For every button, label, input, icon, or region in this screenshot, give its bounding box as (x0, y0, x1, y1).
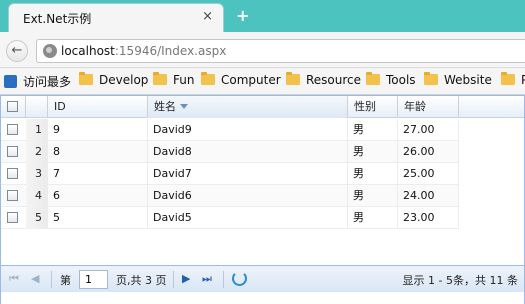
cell-id: 5 (48, 207, 148, 229)
row-number: 4 (26, 185, 48, 207)
url-host: localhost (61, 44, 115, 58)
table-row[interactable]: 4 6 David6 男 24.00 (1, 185, 459, 207)
next-page-icon[interactable]: ▶ (182, 272, 190, 285)
page-number-input[interactable] (79, 270, 108, 289)
cell-id: 9 (48, 119, 148, 141)
toolbar-separator (223, 271, 224, 288)
table-row[interactable]: 3 7 David7 男 25.00 (1, 163, 459, 185)
row-checkbox[interactable] (7, 212, 18, 223)
folder-icon (201, 72, 215, 85)
column-header-name-label: 姓名 (154, 100, 176, 113)
column-header-id[interactable]: ID (48, 96, 148, 118)
select-all-checkbox[interactable] (7, 101, 18, 112)
column-header-age[interactable]: 年龄 (398, 96, 459, 118)
row-number-header (26, 96, 48, 118)
grid-panel: ID 姓名 性别 年龄 1 9 David9 男 27.00 2 8 David… (0, 95, 525, 304)
apps-icon (4, 75, 17, 88)
bookmark-label: P (521, 73, 525, 87)
row-checkbox[interactable] (7, 190, 18, 201)
address-bar[interactable]: localhost:15946/Index.aspx (36, 39, 525, 63)
toolbar-separator (173, 271, 174, 288)
toolbar-separator (51, 271, 52, 288)
bookmark-label: 访问最多 (23, 75, 72, 89)
refresh-icon[interactable] (232, 271, 247, 286)
bookmark-tools[interactable]: Tools (366, 72, 416, 87)
page-label: 第 (60, 274, 71, 287)
prev-page-icon[interactable]: ◀ (31, 272, 39, 285)
bookmark-label: Website (444, 73, 492, 87)
grid-header: ID 姓名 性别 年龄 (1, 96, 524, 118)
bookmark-label: Tools (386, 73, 416, 87)
cell-age: 27.00 (398, 119, 459, 141)
select-all-header (1, 96, 26, 118)
url-text: localhost:15946/Index.aspx (61, 44, 226, 58)
row-number: 3 (26, 163, 48, 185)
bookmark-website[interactable]: Website (424, 72, 492, 87)
folder-icon (366, 72, 380, 85)
row-checkbox[interactable] (7, 124, 18, 135)
new-tab-button[interactable]: + (236, 6, 249, 25)
page-total-label: 页,共 3 页 (116, 274, 167, 287)
sort-desc-icon (180, 104, 188, 109)
browser-tab[interactable]: Ext.Net示例 × (8, 3, 224, 32)
tab-strip: Ext.Net示例 × + (0, 0, 525, 32)
table-row[interactable]: 5 5 David5 男 23.00 (1, 207, 459, 229)
last-page-icon[interactable]: ⏭ (202, 272, 212, 286)
paging-info: 显示 1 - 5条，共 11 条 (402, 274, 518, 287)
folder-icon (153, 72, 167, 85)
bookmark-computer[interactable]: Computer (201, 72, 281, 87)
bookmark-label: Computer (221, 73, 281, 87)
paging-toolbar: ⏮ ◀ 第 页,共 3 页 ▶ ⏭ 显示 1 - 5条，共 11 条 (1, 265, 524, 292)
bookmark-develop[interactable]: Develop (79, 72, 149, 87)
folder-icon (79, 72, 93, 85)
cell-gender: 男 (348, 119, 398, 141)
cell-gender: 男 (348, 207, 398, 229)
bookmark-label: Fun (173, 73, 195, 87)
row-checkbox[interactable] (7, 168, 18, 179)
row-number: 1 (26, 119, 48, 141)
cell-id: 6 (48, 185, 148, 207)
cell-age: 26.00 (398, 141, 459, 163)
folder-icon (501, 72, 515, 85)
table-row[interactable]: 1 9 David9 男 27.00 (1, 119, 459, 141)
globe-icon (43, 44, 57, 58)
row-number: 2 (26, 141, 48, 163)
bookmark-resource[interactable]: Resource (286, 72, 362, 87)
url-path: :15946/Index.aspx (114, 44, 227, 58)
cell-name: David8 (148, 141, 348, 163)
navigation-bar: localhost:15946/Index.aspx ← (0, 32, 525, 68)
bookmark-label: Resource (306, 73, 362, 87)
table-row[interactable]: 2 8 David8 男 26.00 (1, 141, 459, 163)
cell-gender: 男 (348, 185, 398, 207)
bookmark-fun[interactable]: Fun (153, 72, 195, 87)
cell-id: 8 (48, 141, 148, 163)
folder-icon (424, 72, 438, 85)
bookmark-overflow[interactable]: P (501, 72, 525, 87)
cell-name: David6 (148, 185, 348, 207)
cell-name: David5 (148, 207, 348, 229)
column-header-name[interactable]: 姓名 (148, 96, 348, 118)
bookmarks-bar: 访问最多 Develop Fun Computer Resource Tools… (0, 68, 525, 95)
row-number: 5 (26, 207, 48, 229)
bookmark-label: Develop (99, 73, 149, 87)
cell-age: 24.00 (398, 185, 459, 207)
cell-age: 23.00 (398, 207, 459, 229)
cell-age: 25.00 (398, 163, 459, 185)
cell-id: 7 (48, 163, 148, 185)
tab-title: Ext.Net示例 (23, 12, 92, 26)
cell-gender: 男 (348, 163, 398, 185)
cell-name: David7 (148, 163, 348, 185)
column-header-gender[interactable]: 性别 (348, 96, 398, 118)
back-button[interactable]: ← (6, 40, 28, 62)
bookmark-most-visited[interactable]: 访问最多 (4, 73, 71, 90)
cell-name: David9 (148, 119, 348, 141)
folder-icon (286, 72, 300, 85)
close-icon[interactable]: × (202, 9, 213, 24)
first-page-icon[interactable]: ⏮ (9, 272, 19, 286)
row-checkbox[interactable] (7, 146, 18, 157)
cell-gender: 男 (348, 141, 398, 163)
